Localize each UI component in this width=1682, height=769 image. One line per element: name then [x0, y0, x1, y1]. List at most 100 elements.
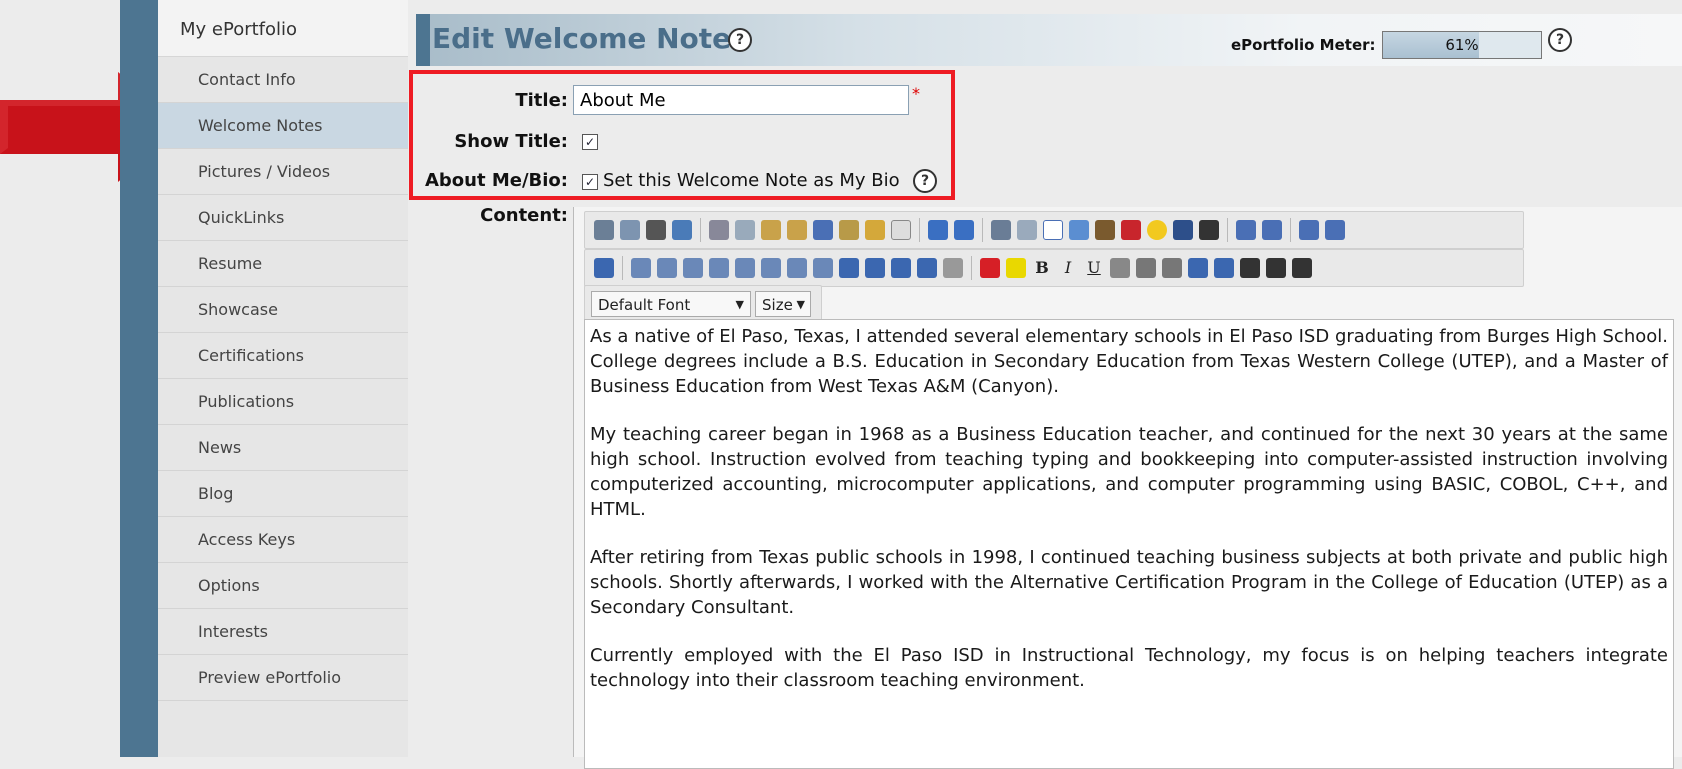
row-props-icon[interactable]: [891, 258, 911, 278]
cut-icon[interactable]: [709, 220, 729, 240]
insert-table-icon[interactable]: [594, 258, 614, 278]
meter-value: 61%: [1445, 36, 1479, 54]
toolbar-separator: [971, 256, 972, 280]
paste-html-icon[interactable]: [839, 220, 859, 240]
chevron-down-icon: ▼: [796, 298, 805, 311]
font-size-value: Size: [762, 296, 793, 314]
format-brush-icon[interactable]: [865, 220, 885, 240]
align-center-icon[interactable]: [1266, 258, 1286, 278]
toolbar-separator: [1227, 218, 1228, 242]
media-icon[interactable]: [1095, 220, 1115, 240]
toolbar-separator: [700, 218, 701, 242]
sidebar-item-interests[interactable]: Interests: [158, 609, 408, 655]
uppercase-icon[interactable]: [1188, 258, 1208, 278]
meter-label: ePortfolio Meter:: [1231, 36, 1376, 54]
content-label: Content:: [480, 205, 568, 226]
underline-icon[interactable]: U: [1084, 258, 1104, 278]
bullet-list-icon[interactable]: [1262, 220, 1282, 240]
paste-icon[interactable]: [761, 220, 781, 240]
sidebar-item-blog[interactable]: Blog: [158, 471, 408, 517]
spellcheck-icon[interactable]: [672, 220, 692, 240]
numbered-list-icon[interactable]: [1236, 220, 1256, 240]
col-before-icon[interactable]: [709, 258, 729, 278]
undo-icon[interactable]: [928, 220, 948, 240]
sidebar-item-welcome-notes[interactable]: Welcome Notes: [158, 103, 408, 149]
page-header: Edit Welcome Note ? ePortfolio Meter: 61…: [416, 14, 1682, 66]
highlight-box: [409, 70, 955, 200]
sidebar-item-pictures-videos[interactable]: Pictures / Videos: [158, 149, 408, 195]
font-family-value: Default Font: [598, 296, 691, 314]
align-right-icon[interactable]: [1292, 258, 1312, 278]
smiley-icon[interactable]: [1147, 220, 1167, 240]
sidebar-item-preview-eportfolio[interactable]: Preview ePortfolio: [158, 655, 408, 701]
content-paragraph: My teaching career began in 1968 as a Bu…: [590, 424, 1668, 520]
bold-icon[interactable]: B: [1032, 258, 1052, 278]
superscript-icon[interactable]: [1136, 258, 1156, 278]
unlink-icon[interactable]: [1017, 220, 1037, 240]
indent-icon[interactable]: [1325, 220, 1345, 240]
content-paragraph: After retiring from Texas public schools…: [590, 547, 1668, 618]
sidebar-item-resume[interactable]: Resume: [158, 241, 408, 287]
font-family-dropdown[interactable]: Default Font ▼: [591, 291, 751, 317]
rich-text-editor: B I U Default Font ▼ Size ▼ As a native …: [573, 207, 1682, 769]
toolbar-separator: [982, 218, 983, 242]
left-stripe: [120, 0, 158, 757]
italic-icon[interactable]: I: [1058, 258, 1078, 278]
align-left-icon[interactable]: [1240, 258, 1260, 278]
preview-icon[interactable]: [620, 220, 640, 240]
sidebar-item-certifications[interactable]: Certifications: [158, 333, 408, 379]
page-title: Edit Welcome Note: [432, 22, 732, 55]
delete-row-icon[interactable]: [683, 258, 703, 278]
sidebar-item-quicklinks[interactable]: QuickLinks: [158, 195, 408, 241]
sidebar-item-contact-info[interactable]: Contact Info: [158, 57, 408, 103]
col-props-icon[interactable]: [917, 258, 937, 278]
subscript-icon[interactable]: [1162, 258, 1182, 278]
highlight-color-icon[interactable]: [1006, 258, 1026, 278]
help-icon[interactable]: ?: [728, 28, 752, 52]
sidebar: My ePortfolio Contact Info Welcome Notes…: [158, 0, 408, 757]
special-char-icon[interactable]: [1173, 220, 1193, 240]
meter-help-icon[interactable]: ?: [1548, 28, 1572, 52]
horizontal-rule-icon[interactable]: [1199, 220, 1219, 240]
sidebar-item-publications[interactable]: Publications: [158, 379, 408, 425]
outdent-icon[interactable]: [1299, 220, 1319, 240]
split-cell-icon[interactable]: [787, 258, 807, 278]
youtube-icon[interactable]: [1121, 220, 1141, 240]
row-before-icon[interactable]: [631, 258, 651, 278]
link-icon[interactable]: [991, 220, 1011, 240]
eraser-icon[interactable]: [891, 220, 911, 240]
sidebar-item-showcase[interactable]: Showcase: [158, 287, 408, 333]
find-icon[interactable]: [646, 220, 666, 240]
cell-props-icon[interactable]: [865, 258, 885, 278]
sidebar-item-options[interactable]: Options: [158, 563, 408, 609]
toolbar-row-1: [584, 211, 1524, 249]
eportfolio-meter: 61%: [1382, 31, 1542, 59]
toolbar-separator: [919, 218, 920, 242]
header-notch: [416, 14, 430, 66]
chevron-down-icon: ▼: [735, 298, 744, 311]
redo-icon[interactable]: [954, 220, 974, 240]
row-after-icon[interactable]: [657, 258, 677, 278]
merge-cell-icon[interactable]: [813, 258, 833, 278]
image-icon[interactable]: [1069, 220, 1089, 240]
toolbar-row-2: B I U: [584, 249, 1524, 287]
paste-word-icon[interactable]: [813, 220, 833, 240]
delete-col-icon[interactable]: [761, 258, 781, 278]
lowercase-icon[interactable]: [1214, 258, 1234, 278]
col-after-icon[interactable]: [735, 258, 755, 278]
copy-icon[interactable]: [735, 220, 755, 240]
toolbar-row-3: Default Font ▼ Size ▼: [584, 285, 822, 323]
toolbar-separator: [622, 256, 623, 280]
content-editable-area[interactable]: As a native of El Paso, Texas, I attende…: [584, 319, 1674, 769]
sidebar-item-access-keys[interactable]: Access Keys: [158, 517, 408, 563]
document-icon[interactable]: [1043, 220, 1063, 240]
font-size-dropdown[interactable]: Size ▼: [755, 291, 811, 317]
separator-icon[interactable]: [943, 258, 963, 278]
strikethrough-icon[interactable]: [1110, 258, 1130, 278]
table-props-icon[interactable]: [839, 258, 859, 278]
sidebar-item-news[interactable]: News: [158, 425, 408, 471]
paste-text-icon[interactable]: [787, 220, 807, 240]
sidebar-header: My ePortfolio: [158, 0, 408, 57]
font-color-icon[interactable]: [980, 258, 1000, 278]
print-icon[interactable]: [594, 220, 614, 240]
